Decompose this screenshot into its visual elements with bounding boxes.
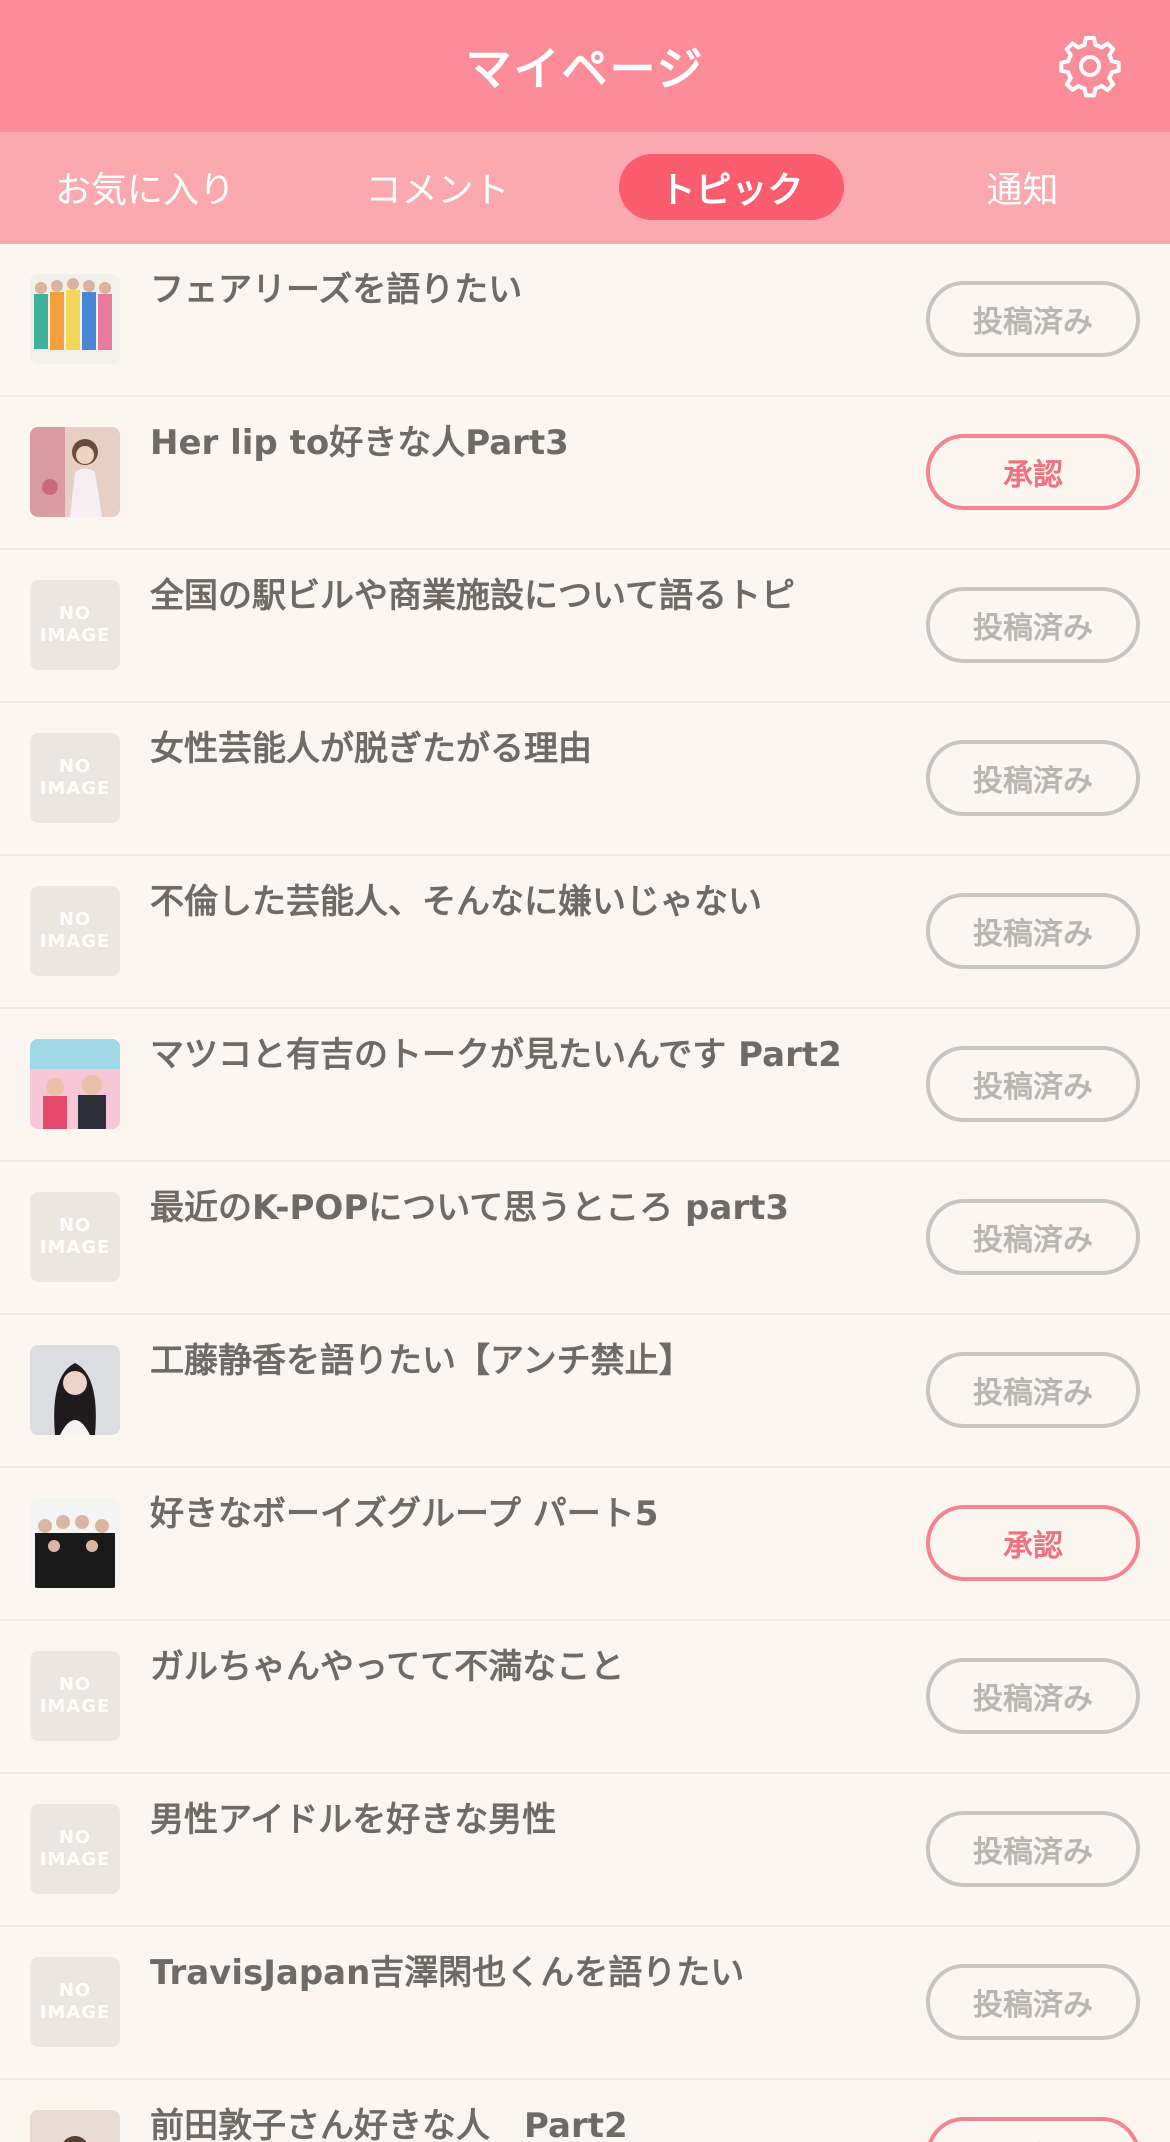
topic-row[interactable]: NO IMAGE 不倫した芸能人、そんなに嫌いじゃない 投稿済み <box>0 856 1170 1009</box>
no-image-line1: NO <box>58 909 92 930</box>
no-image-line2: IMAGE <box>39 1237 111 1258</box>
topic-thumbnail <box>30 274 120 364</box>
topic-title[interactable]: フェアリーズを語りたい <box>150 266 850 314</box>
header-bar: マイページ <box>0 0 1170 132</box>
topic-row[interactable]: 好きなボーイズグループ パート5 承認 <box>0 1468 1170 1621</box>
no-image-placeholder: NO IMAGE <box>30 886 120 976</box>
topic-thumbnail <box>30 1498 120 1588</box>
topic-row[interactable]: Her lip to好きな人Part3 承認 <box>0 397 1170 550</box>
no-image-label: NO IMAGE <box>30 1192 120 1282</box>
no-image-label: NO IMAGE <box>30 886 120 976</box>
posted-status-badge: 投稿済み <box>926 740 1140 816</box>
posted-status-badge: 投稿済み <box>926 1658 1140 1734</box>
approve-button[interactable]: 承認 <box>926 2117 1140 2142</box>
tab-notifications[interactable]: 通知 <box>960 154 1085 220</box>
topic-row[interactable]: フェアリーズを語りたい 投稿済み <box>0 244 1170 397</box>
posted-status-badge: 投稿済み <box>926 893 1140 969</box>
topic-thumbnail <box>30 427 120 517</box>
no-image-placeholder: NO IMAGE <box>30 733 120 823</box>
tab-topics[interactable]: トピック <box>619 154 844 220</box>
topic-row[interactable]: NO IMAGE TravisJapan吉澤閑也くんを語りたい 投稿済み <box>0 1927 1170 2080</box>
topic-row[interactable]: NO IMAGE 全国の駅ビルや商業施設について語るトピ 投稿済み <box>0 550 1170 703</box>
topic-title[interactable]: 男性アイドルを好きな男性 <box>150 1796 850 1844</box>
posted-status-badge: 投稿済み <box>926 1352 1140 1428</box>
topic-title[interactable]: TravisJapan吉澤閑也くんを語りたい <box>150 1949 850 1997</box>
no-image-placeholder: NO IMAGE <box>30 1192 120 1282</box>
no-image-placeholder: NO IMAGE <box>30 1651 120 1741</box>
no-image-placeholder: NO IMAGE <box>30 1957 120 2047</box>
posted-status-badge: 投稿済み <box>926 1046 1140 1122</box>
topic-title[interactable]: 好きなボーイズグループ パート5 <box>150 1490 850 1538</box>
topic-title[interactable]: マツコと有吉のトークが見たいんです Part2 <box>150 1031 850 1079</box>
topic-row[interactable]: 前田敦子さん好きな人 Part2 承認 <box>0 2080 1170 2142</box>
tab-favorites[interactable]: お気に入り <box>30 154 260 220</box>
approve-button[interactable]: 承認 <box>926 1505 1140 1581</box>
posted-status-badge: 投稿済み <box>926 281 1140 357</box>
topic-row[interactable]: NO IMAGE 男性アイドルを好きな男性 投稿済み <box>0 1774 1170 1927</box>
topic-thumbnail <box>30 2110 120 2142</box>
no-image-line2: IMAGE <box>39 1849 111 1870</box>
no-image-line1: NO <box>58 1215 92 1236</box>
topic-title[interactable]: 前田敦子さん好きな人 Part2 <box>150 2102 850 2142</box>
approve-button[interactable]: 承認 <box>926 434 1140 510</box>
topic-title[interactable]: 工藤静香を語りたい【アンチ禁止】 <box>150 1337 850 1385</box>
topic-list: フェアリーズを語りたい 投稿済み Her lip to好きな人Part3 承認 NO IM… <box>0 244 1170 2142</box>
no-image-line1: NO <box>58 1980 92 2001</box>
topic-thumbnail <box>30 1039 120 1129</box>
no-image-line1: NO <box>58 1674 92 1695</box>
page-title: マイページ <box>465 42 705 96</box>
no-image-label: NO IMAGE <box>30 580 120 670</box>
no-image-label: NO IMAGE <box>30 1651 120 1741</box>
tab-bar: お気に入り コメント トピック 通知 <box>0 132 1170 244</box>
no-image-line2: IMAGE <box>39 778 111 799</box>
no-image-label: NO IMAGE <box>30 733 120 823</box>
topic-row[interactable]: 工藤静香を語りたい【アンチ禁止】 投稿済み <box>0 1315 1170 1468</box>
posted-status-badge: 投稿済み <box>926 1811 1140 1887</box>
posted-status-badge: 投稿済み <box>926 1199 1140 1275</box>
topic-row[interactable]: NO IMAGE 最近のK-POPについて思うところ part3 投稿済み <box>0 1162 1170 1315</box>
topic-thumbnail <box>30 1345 120 1435</box>
no-image-line1: NO <box>58 1827 92 1848</box>
topic-title[interactable]: Her lip to好きな人Part3 <box>150 419 850 467</box>
topic-title[interactable]: 不倫した芸能人、そんなに嫌いじゃない <box>150 878 850 926</box>
topic-title[interactable]: 全国の駅ビルや商業施設について語るトピ <box>150 572 850 620</box>
posted-status-badge: 投稿済み <box>926 1964 1140 2040</box>
no-image-label: NO IMAGE <box>30 1804 120 1894</box>
no-image-line2: IMAGE <box>39 2002 111 2023</box>
topic-row[interactable]: NO IMAGE 女性芸能人が脱ぎたがる理由 投稿済み <box>0 703 1170 856</box>
no-image-line1: NO <box>58 756 92 777</box>
no-image-placeholder: NO IMAGE <box>30 580 120 670</box>
no-image-line2: IMAGE <box>39 931 111 952</box>
topic-row[interactable]: NO IMAGE ガルちゃんやってて不満なこと 投稿済み <box>0 1621 1170 1774</box>
gear-icon[interactable] <box>1058 34 1122 98</box>
no-image-line2: IMAGE <box>39 625 111 646</box>
tab-comments[interactable]: コメント <box>330 154 545 220</box>
topic-title[interactable]: 最近のK-POPについて思うところ part3 <box>150 1184 850 1232</box>
posted-status-badge: 投稿済み <box>926 587 1140 663</box>
no-image-label: NO IMAGE <box>30 1957 120 2047</box>
no-image-placeholder: NO IMAGE <box>30 1804 120 1894</box>
topic-row[interactable]: マツコと有吉のトークが見たいんです Part2 投稿済み <box>0 1009 1170 1162</box>
topic-title[interactable]: 女性芸能人が脱ぎたがる理由 <box>150 725 850 773</box>
topic-title[interactable]: ガルちゃんやってて不満なこと <box>150 1643 850 1691</box>
no-image-line1: NO <box>58 603 92 624</box>
no-image-line2: IMAGE <box>39 1696 111 1717</box>
